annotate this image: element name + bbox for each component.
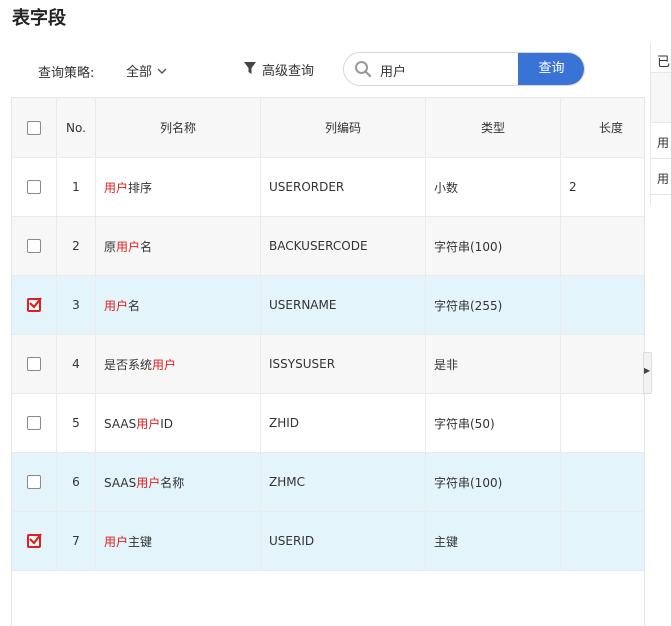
row-type: 字符串(100) xyxy=(425,452,561,512)
panel-collapse-handle[interactable]: ▶ xyxy=(643,352,652,394)
row-checkbox[interactable] xyxy=(27,357,41,372)
search-box: 查询 xyxy=(343,52,585,86)
row-type: 是非 xyxy=(425,334,561,394)
strategy-value: 全部 xyxy=(126,65,153,80)
row-type: 小数 xyxy=(425,157,561,217)
search-button[interactable]: 查询 xyxy=(518,53,584,85)
search-input[interactable] xyxy=(378,59,517,81)
row-code: USERNAME xyxy=(260,275,426,335)
row-no: 4 xyxy=(56,334,96,394)
row-name: SAAS用户ID xyxy=(95,393,261,453)
table-row[interactable]: 1 用户排序 USERORDER 小数 2 xyxy=(12,157,644,217)
selected-item[interactable]: 用 xyxy=(651,159,671,195)
page-title: 表字段 xyxy=(12,8,66,29)
table-row[interactable]: 5 SAAS用户ID ZHID 字符串(50) xyxy=(12,393,644,453)
row-code: ISSYSUSER xyxy=(260,334,426,394)
table-row[interactable]: 7 用户主键 USERID 主键 xyxy=(12,511,644,571)
header-name[interactable]: 列名称 xyxy=(95,98,261,158)
row-no: 7 xyxy=(56,511,96,571)
row-no: 2 xyxy=(56,216,96,276)
selected-item[interactable]: 用 xyxy=(651,123,671,159)
row-checkbox[interactable] xyxy=(27,180,41,195)
row-length xyxy=(560,334,644,394)
row-name: 用户主键 xyxy=(95,511,261,571)
select-all-checkbox[interactable] xyxy=(27,120,41,135)
table-row[interactable]: 4 是否系统用户 ISSYSUSER 是非 xyxy=(12,334,644,394)
row-length xyxy=(560,511,644,571)
row-checkbox-checked[interactable] xyxy=(27,297,42,313)
row-type: 字符串(50) xyxy=(425,393,561,453)
chevron-right-icon: ▶ xyxy=(644,366,651,375)
chevron-down-icon xyxy=(157,67,167,78)
strategy-dropdown[interactable]: 全部 xyxy=(126,61,167,80)
select-all-cell xyxy=(12,98,57,158)
row-checkbox[interactable] xyxy=(27,475,41,490)
row-checkbox[interactable] xyxy=(27,239,41,254)
selected-fields-panel: 已 用 用 xyxy=(650,43,671,205)
row-code: BACKUSERCODE xyxy=(260,216,426,276)
table-header-row: No. 列名称 列编码 类型 长度 xyxy=(12,98,644,158)
row-type: 主键 xyxy=(425,511,561,571)
row-checkbox-checked[interactable] xyxy=(27,533,42,549)
row-length xyxy=(560,216,644,276)
table-row[interactable]: 6 SAAS用户名称 ZHMC 字符串(100) xyxy=(12,452,644,512)
header-type[interactable]: 类型 xyxy=(425,98,561,158)
advanced-search-label: 高级查询 xyxy=(262,64,315,79)
row-length xyxy=(560,452,644,512)
row-length xyxy=(560,393,644,453)
row-no: 5 xyxy=(56,393,96,453)
row-checkbox[interactable] xyxy=(27,416,41,431)
field-table: No. 列名称 列编码 类型 长度 1 用户排序 USERORDER 小数 2 … xyxy=(11,97,645,626)
row-name: 是否系统用户 xyxy=(95,334,261,394)
row-code: USERID xyxy=(260,511,426,571)
row-name: SAAS用户名称 xyxy=(95,452,261,512)
row-length: 2 xyxy=(560,157,644,217)
row-name: 用户名 xyxy=(95,275,261,335)
advanced-search-button[interactable]: 高级查询 xyxy=(243,60,314,79)
table-row[interactable]: 3 用户名 USERNAME 字符串(255) xyxy=(12,275,644,335)
search-icon xyxy=(354,60,372,82)
row-no: 1 xyxy=(56,157,96,217)
row-name: 用户排序 xyxy=(95,157,261,217)
row-type: 字符串(255) xyxy=(425,275,561,335)
selected-panel-subheader xyxy=(651,73,671,123)
row-code: USERORDER xyxy=(260,157,426,217)
header-length[interactable]: 长度 xyxy=(560,98,644,158)
row-name: 原用户名 xyxy=(95,216,261,276)
selected-panel-title: 已 xyxy=(651,43,671,73)
row-no: 6 xyxy=(56,452,96,512)
row-no: 3 xyxy=(56,275,96,335)
table-row[interactable]: 2 原用户名 BACKUSERCODE 字符串(100) xyxy=(12,216,644,276)
header-code[interactable]: 列编码 xyxy=(260,98,426,158)
row-length xyxy=(560,275,644,335)
row-code: ZHID xyxy=(260,393,426,453)
row-type: 字符串(100) xyxy=(425,216,561,276)
header-no: No. xyxy=(56,98,96,158)
filter-icon xyxy=(243,61,262,79)
strategy-label: 查询策略: xyxy=(38,66,95,81)
row-code: ZHMC xyxy=(260,452,426,512)
query-toolbar: 查询策略: 全部 高级查询 查询 xyxy=(0,52,640,88)
